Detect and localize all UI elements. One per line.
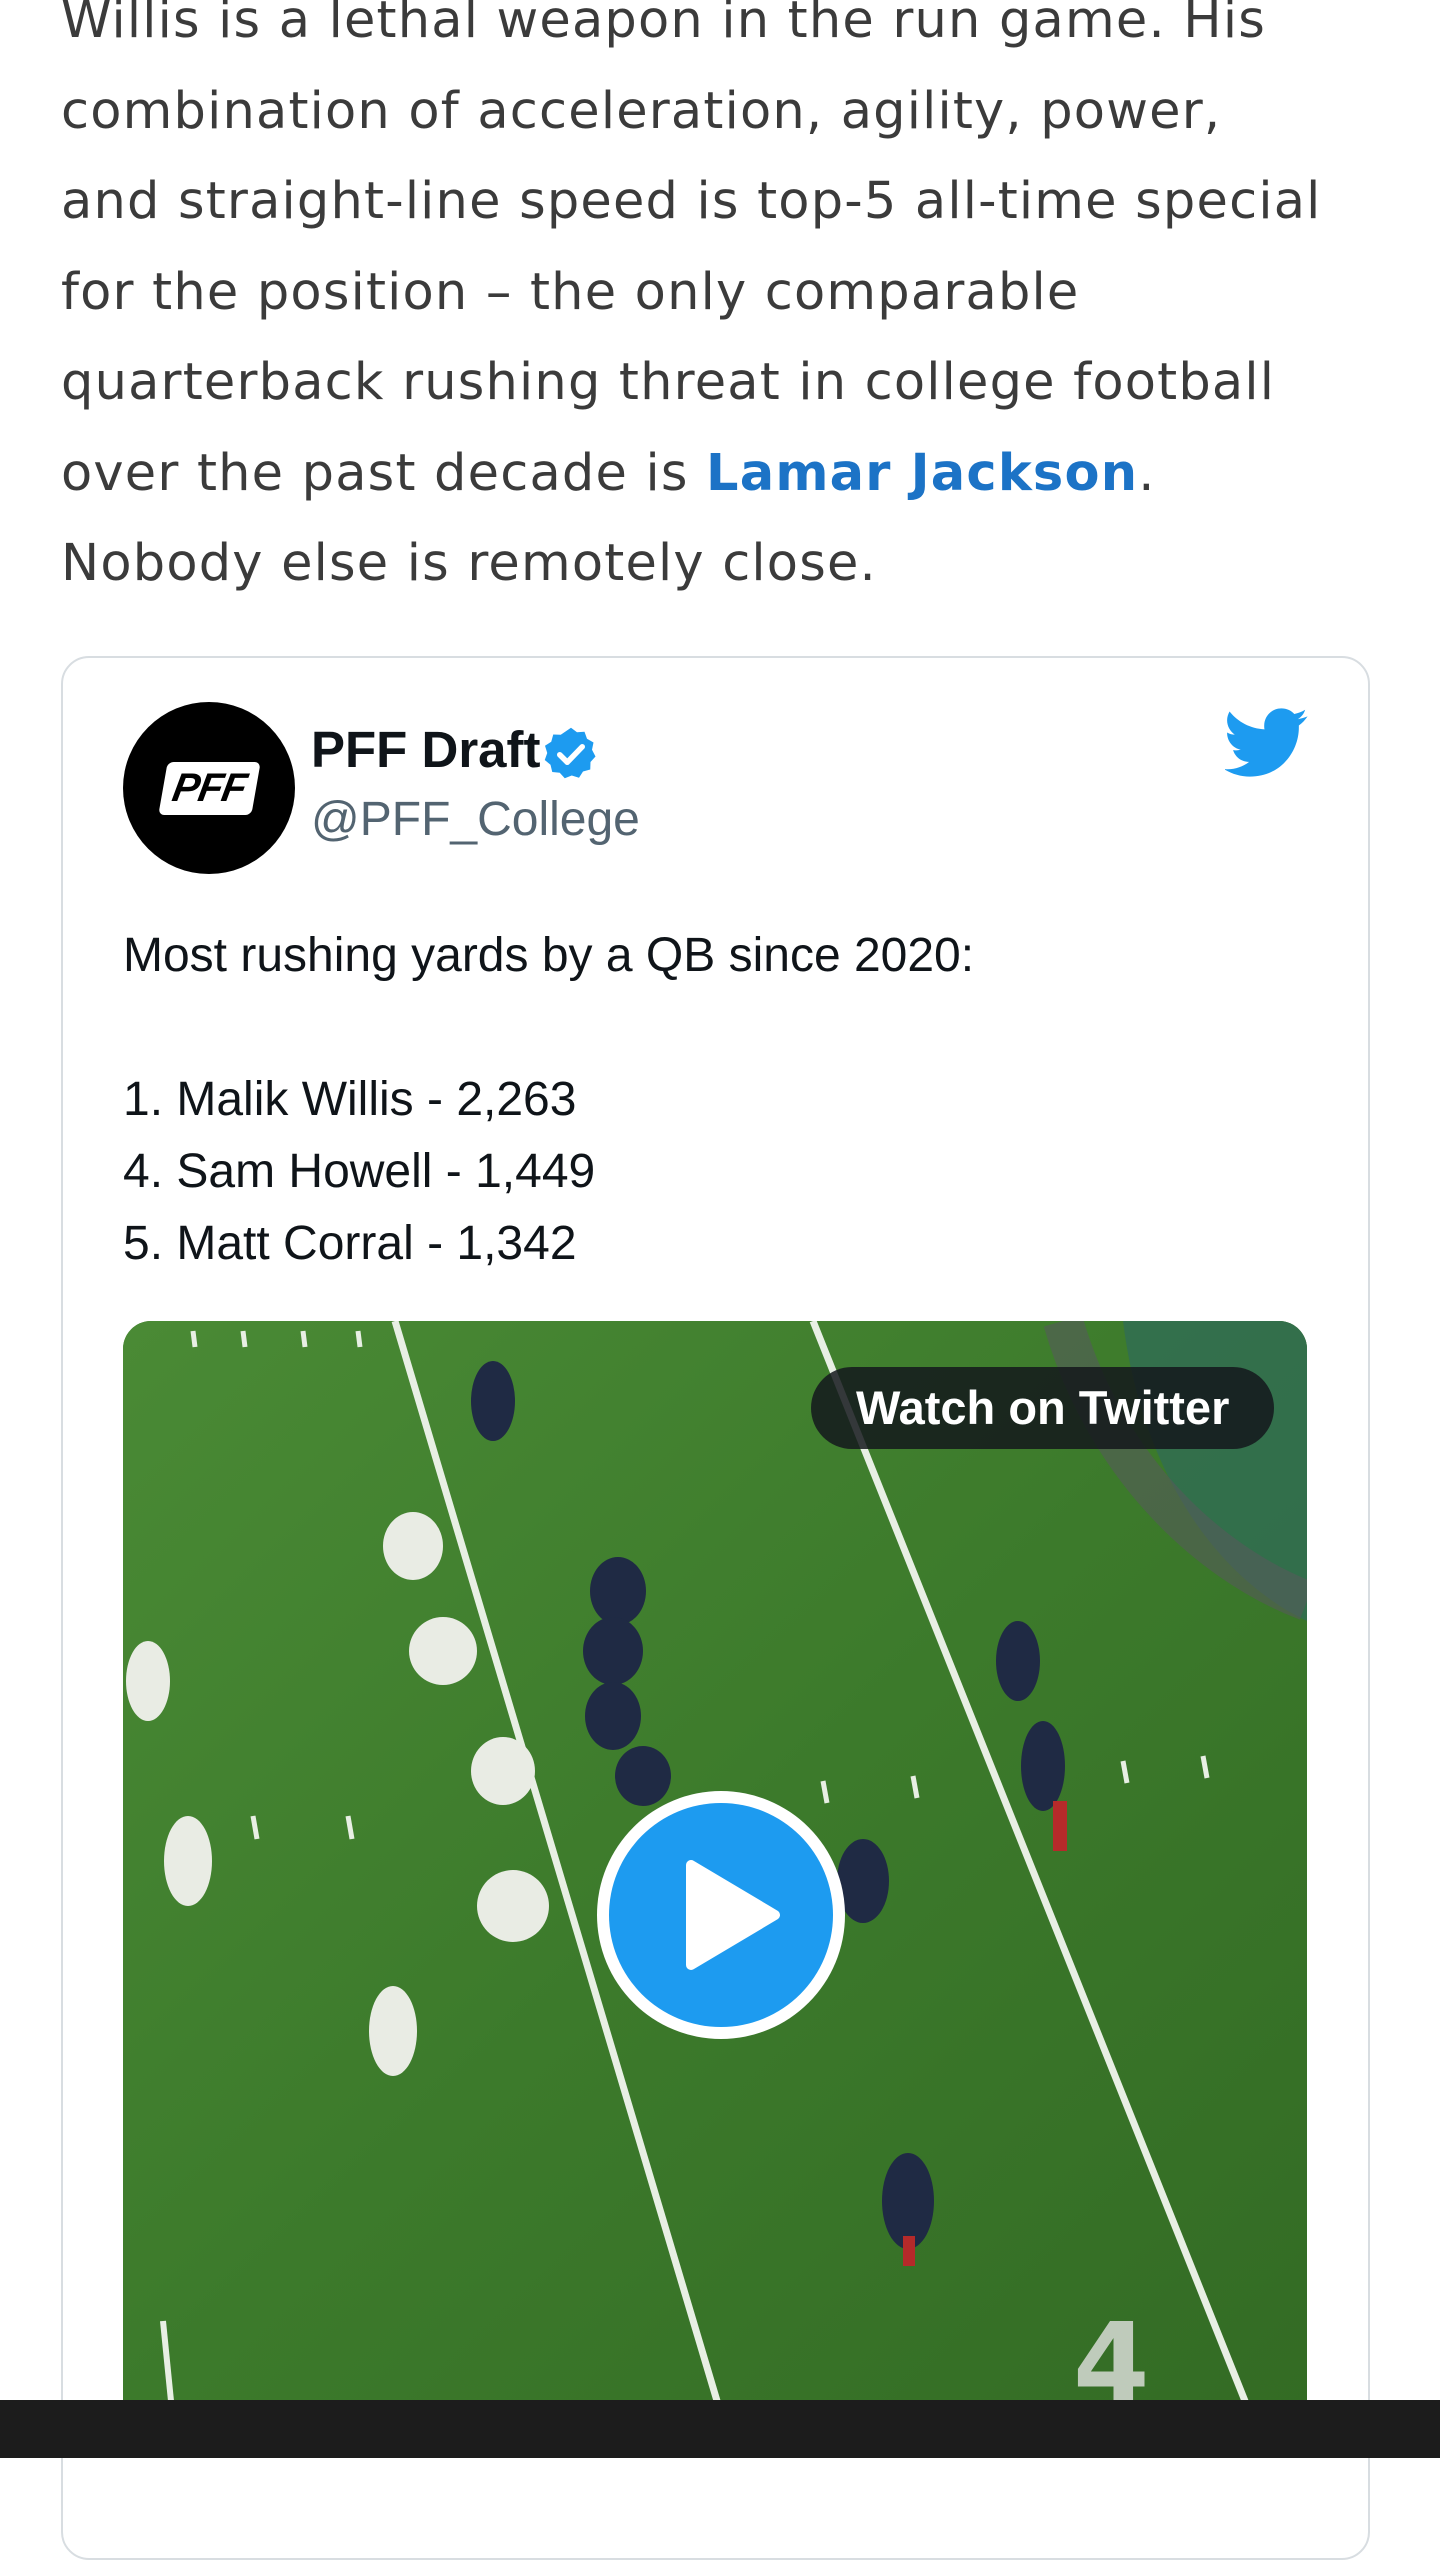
twitter-bird-icon[interactable] [1225,708,1309,778]
verified-badge-icon [544,727,596,779]
article-line: over the past decade is Lamar Jackson. [61,429,1391,520]
avatar[interactable]: PFF [123,702,295,874]
article-line: for the position – the only comparable [61,262,1080,322]
tweet-text: Most rushing yards by a QB since 2020: 1… [123,920,1303,1280]
video-player[interactable]: 4 Watch on Twitter [123,1321,1307,2421]
lamar-jackson-link[interactable]: Lamar Jackson [706,444,1138,503]
article-text-segment: over the past decade is [61,443,707,503]
article-line: Nobody else is remotely close. [61,534,877,593]
article-line: combination of acceleration, agility, po… [61,81,1222,141]
tweet-line: 1. Malik Willis - 2,263 [123,1073,577,1126]
tweet-line: Most rushing yards by a QB since 2020: [123,929,975,982]
play-icon[interactable] [593,1787,849,2043]
article-text-segment: . [1138,443,1156,503]
tweet-line: 5. Matt Corral - 1,342 [123,1217,577,1270]
pff-logo: PFF [158,761,260,815]
bottom-system-bar [0,2400,1440,2458]
article-line: and straight-line speed is top-5 all-tim… [61,172,1322,231]
author-name[interactable]: PFF Draft [311,720,541,779]
article-paragraph: Willis is a lethal weapon in the run gam… [61,0,1391,610]
author-handle[interactable]: @PFF_College [311,792,640,847]
tweet-embed[interactable]: PFF PFF Draft @PFF_College Most rushing … [61,656,1370,2560]
watch-on-twitter-button[interactable]: Watch on Twitter [811,1367,1275,1449]
tweet-line [123,992,1303,1064]
article-line: quarterback rushing threat in college fo… [61,353,1276,412]
tweet-line: 4. Sam Howell - 1,449 [123,1145,596,1198]
article-line: Willis is a lethal weapon in the run gam… [61,0,1266,50]
